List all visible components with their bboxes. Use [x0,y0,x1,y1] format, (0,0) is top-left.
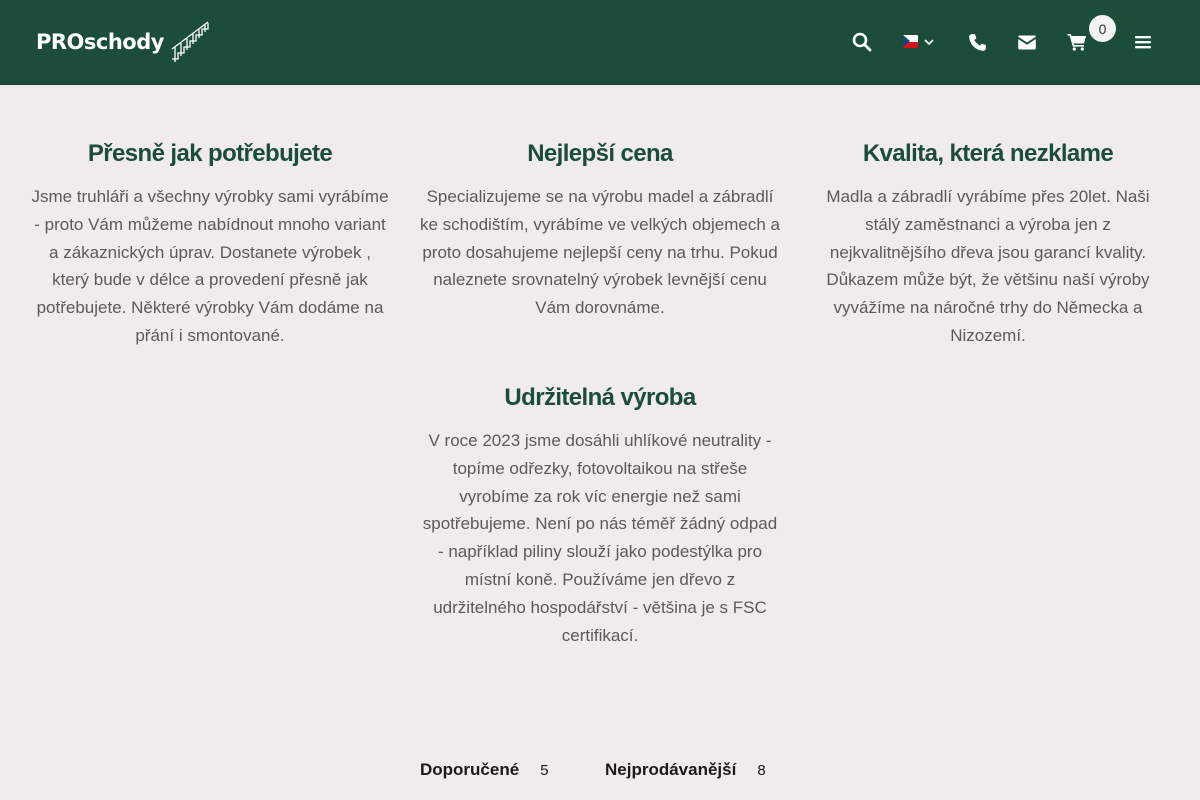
menu-button[interactable] [1130,29,1156,55]
tab-count: 5 [540,762,549,779]
site-header: PROschody 0 [0,0,1200,85]
tab-recommended[interactable]: Doporučené 5 [420,760,549,780]
flag-cz-icon [903,35,918,48]
search-button[interactable] [849,29,875,55]
cart-button[interactable] [1064,29,1090,55]
feature-title: Kvalita, která nezklame [862,140,1114,167]
feature-sustainable: Udržitelná výroba V roce 2023 jsme dosáh… [420,383,780,649]
chevron-down-icon [924,38,934,45]
feature-tailored: Přesně jak potřebujete Jsme truhláři a v… [30,139,390,350]
hamburger-menu-icon [1135,36,1151,49]
feature-title: Udržitelná výroba [504,384,696,411]
email-button[interactable] [1014,29,1040,55]
tab-bestsellers[interactable]: Nejprodávanější 8 [605,760,766,780]
tab-label: Doporučené [420,760,520,779]
phone-icon [968,33,986,51]
tab-count: 8 [757,762,766,779]
feature-text: Jsme truhláři a všechny výrobky sami vyr… [31,187,389,345]
cart-count-badge[interactable]: 0 [1089,15,1116,42]
feature-best-price: Nejlepší cena Specializujeme se na výrob… [420,139,780,322]
product-tabs: Doporučené 5 Nejprodávanější 8 [0,760,1200,784]
feature-title: Nejlepší cena [527,140,673,167]
feature-text: V roce 2023 jsme dosáhli uhlíkové neutra… [422,431,778,645]
feature-title: Přesně jak potřebujete [87,140,333,167]
tab-label: Nejprodávanější [605,760,737,779]
envelope-icon [1018,35,1036,49]
feature-quality: Kvalita, která nezklame Madla a zábradlí… [808,139,1168,350]
cart-icon [1067,34,1086,51]
feature-text: Madla a zábradlí vyrábíme přes 20let. Na… [826,187,1150,345]
feature-text: Specializujeme se na výrobu madel a zábr… [420,187,780,318]
search-icon [852,32,872,52]
language-selector[interactable] [903,35,934,48]
phone-button[interactable] [964,29,990,55]
